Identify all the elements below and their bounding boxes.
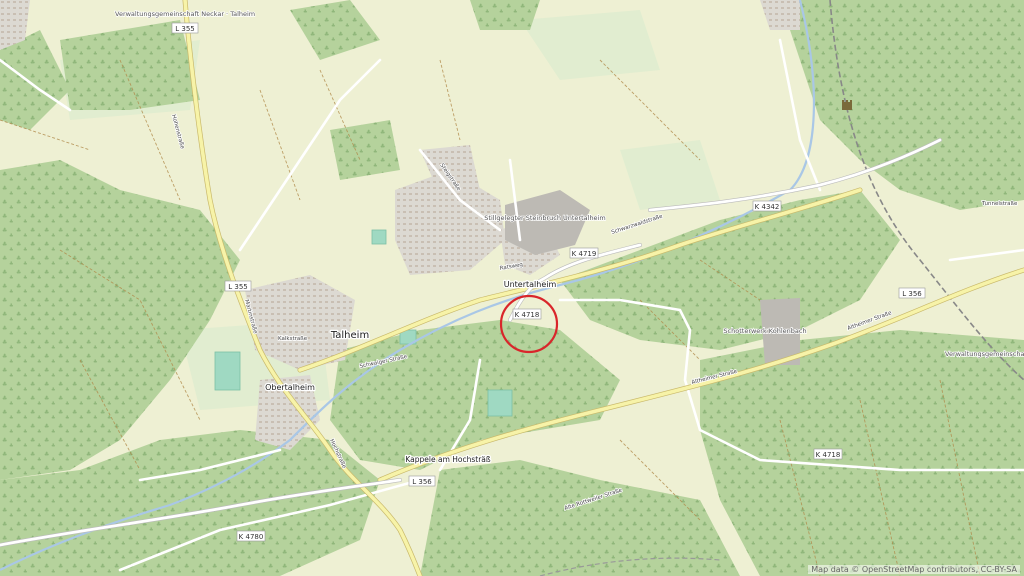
- street-kalkstrasse: Kalkstraße: [278, 336, 308, 342]
- svg-text:K 4719: K 4719: [572, 250, 597, 258]
- place-obertalheim: Obertalheim: [265, 383, 315, 392]
- map-attribution[interactable]: Map data © OpenStreetMap contributors, C…: [808, 565, 1020, 574]
- road-ref-k4718-center: K 4718: [512, 308, 542, 320]
- place-verwaltung-right: Verwaltungsgemeinschaft: [945, 350, 1024, 358]
- svg-text:K 4718: K 4718: [515, 311, 540, 319]
- place-untertalheim: Untertalheim: [504, 280, 557, 289]
- place-verwaltung-top: Verwaltungsgemeinschaft Neckar · Talheim: [115, 10, 255, 18]
- road-ref-k4342: K 4342: [752, 200, 782, 212]
- svg-text:K 4718: K 4718: [816, 451, 841, 459]
- svg-text:K 4780: K 4780: [239, 533, 264, 541]
- place-steinbruch: Stillgelegter Steinbruch Untertalheim: [484, 214, 605, 222]
- road-ref-k4719: K 4719: [569, 247, 599, 259]
- street-tunnelstrasse: Tunnelstraße: [981, 201, 1018, 207]
- svg-text:L 356: L 356: [412, 478, 432, 486]
- svg-text:L 355: L 355: [175, 25, 195, 33]
- svg-text:L 355: L 355: [228, 283, 248, 291]
- road-ref-l356-bottom: L 356: [408, 475, 436, 487]
- place-talheim: Talheim: [330, 330, 369, 341]
- road-ref-l355-mid: L 355: [224, 280, 252, 292]
- place-kappele: Kappele am Hochsträß: [405, 455, 491, 464]
- castle-icon: [842, 100, 852, 110]
- road-ref-l356-right: L 356: [898, 287, 926, 299]
- road-ref-k4718-right: K 4718: [813, 448, 843, 460]
- road-ref-l355-top: L 355: [171, 22, 199, 34]
- map-canvas[interactable]: ♣ ♣: [0, 0, 1024, 576]
- road-ref-k4780: K 4780: [236, 530, 266, 542]
- svg-text:K 4342: K 4342: [755, 203, 780, 211]
- place-schotterwerk: Schotterwerk Kohlenbach: [723, 327, 806, 335]
- svg-text:L 356: L 356: [902, 290, 922, 298]
